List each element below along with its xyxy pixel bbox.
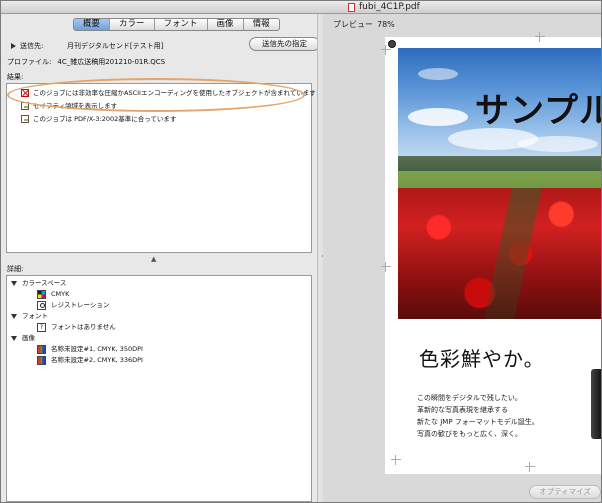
highlight-ellipse-annotation [7,78,305,112]
destination-row: 送信先: 月刊デジタルセンド[テスト用] 送信先の指定 [11,37,320,54]
crop-mark-icon [391,455,401,465]
title-bar[interactable]: fubi_4C1P.pdf [1,1,601,14]
zoom-level: 78% [377,20,395,29]
registration-icon [37,301,46,310]
profile-row: プロファイル: 4C_雑広送稿用201210-01R.QCS [7,57,171,67]
crop-mark-icon [525,462,535,472]
tab-bar: 概要 カラー フォント 画像 情報 [73,18,280,31]
expand-triangle-icon[interactable] [11,281,17,286]
tab-color[interactable]: カラー [110,19,155,30]
window-title: fubi_4C1P.pdf [359,2,420,12]
profile-label: プロファイル: [7,58,52,66]
preview-page[interactable]: サンプル 色彩鮮やか。 この瞬間をデジタルで残したい。 革新的な写真表現を継承す… [381,32,602,474]
tab-image[interactable]: 画像 [208,19,244,30]
preflight-window: fubi_4C1P.pdf 概要 カラー フォント 画像 情報 送信先: 月刊デ… [0,0,602,503]
pdf-document-icon [348,3,355,12]
crop-mark-icon [381,45,391,55]
font-icon: ? [37,323,46,332]
tab-info[interactable]: 情報 [244,19,279,30]
expand-triangle-icon[interactable] [11,336,17,341]
tab-font[interactable]: フォント [155,19,208,30]
expand-triangle-icon[interactable] [11,314,17,319]
destination-value: 月刊デジタルセンド[テスト用] [67,42,164,50]
report-pane: 概要 カラー フォント 画像 情報 送信先: 月刊デジタルセンド[テスト用] 送… [1,14,320,502]
crop-mark-icon [381,262,391,272]
preview-copy-title: 色彩鮮やか。 [419,347,545,371]
preview-pane: プレビュー 78% サンプル 色彩鮮やか。 この瞬間をデジタルで残したい。 革新… [323,14,602,502]
cmyk-icon [37,290,46,299]
pane-splitter-handle-icon[interactable]: ▲ [151,255,156,263]
results-label: 結果: [7,73,24,81]
details-label: 詳細: [7,265,24,273]
image-icon [37,356,46,365]
disclosure-triangle-icon[interactable] [11,43,16,49]
preview-headline: サンプル [475,91,602,131]
set-destination-button[interactable]: 送信先の指定 [249,37,320,51]
optimize-button[interactable]: オプティマイズ [529,485,601,499]
crop-mark-icon [535,32,545,42]
tab-summary[interactable]: 概要 [74,19,111,30]
preview-zoom-label: プレビュー 78% [333,20,395,29]
destination-label: 送信先: [20,42,44,50]
details-tree[interactable]: カラースペース CMYK レジストレーション フォント ? フォントはありません… [6,275,312,502]
preview-copy-text: この瞬間をデジタルで残したい。 革新的な写真表現を継承する 新たな JMP フォ… [417,394,539,438]
image-icon [37,345,46,354]
document-icon [21,115,29,123]
profile-value: 4C_雑広送稿用201210-01R.QCS [57,58,166,66]
camera-image-fragment [591,369,601,439]
